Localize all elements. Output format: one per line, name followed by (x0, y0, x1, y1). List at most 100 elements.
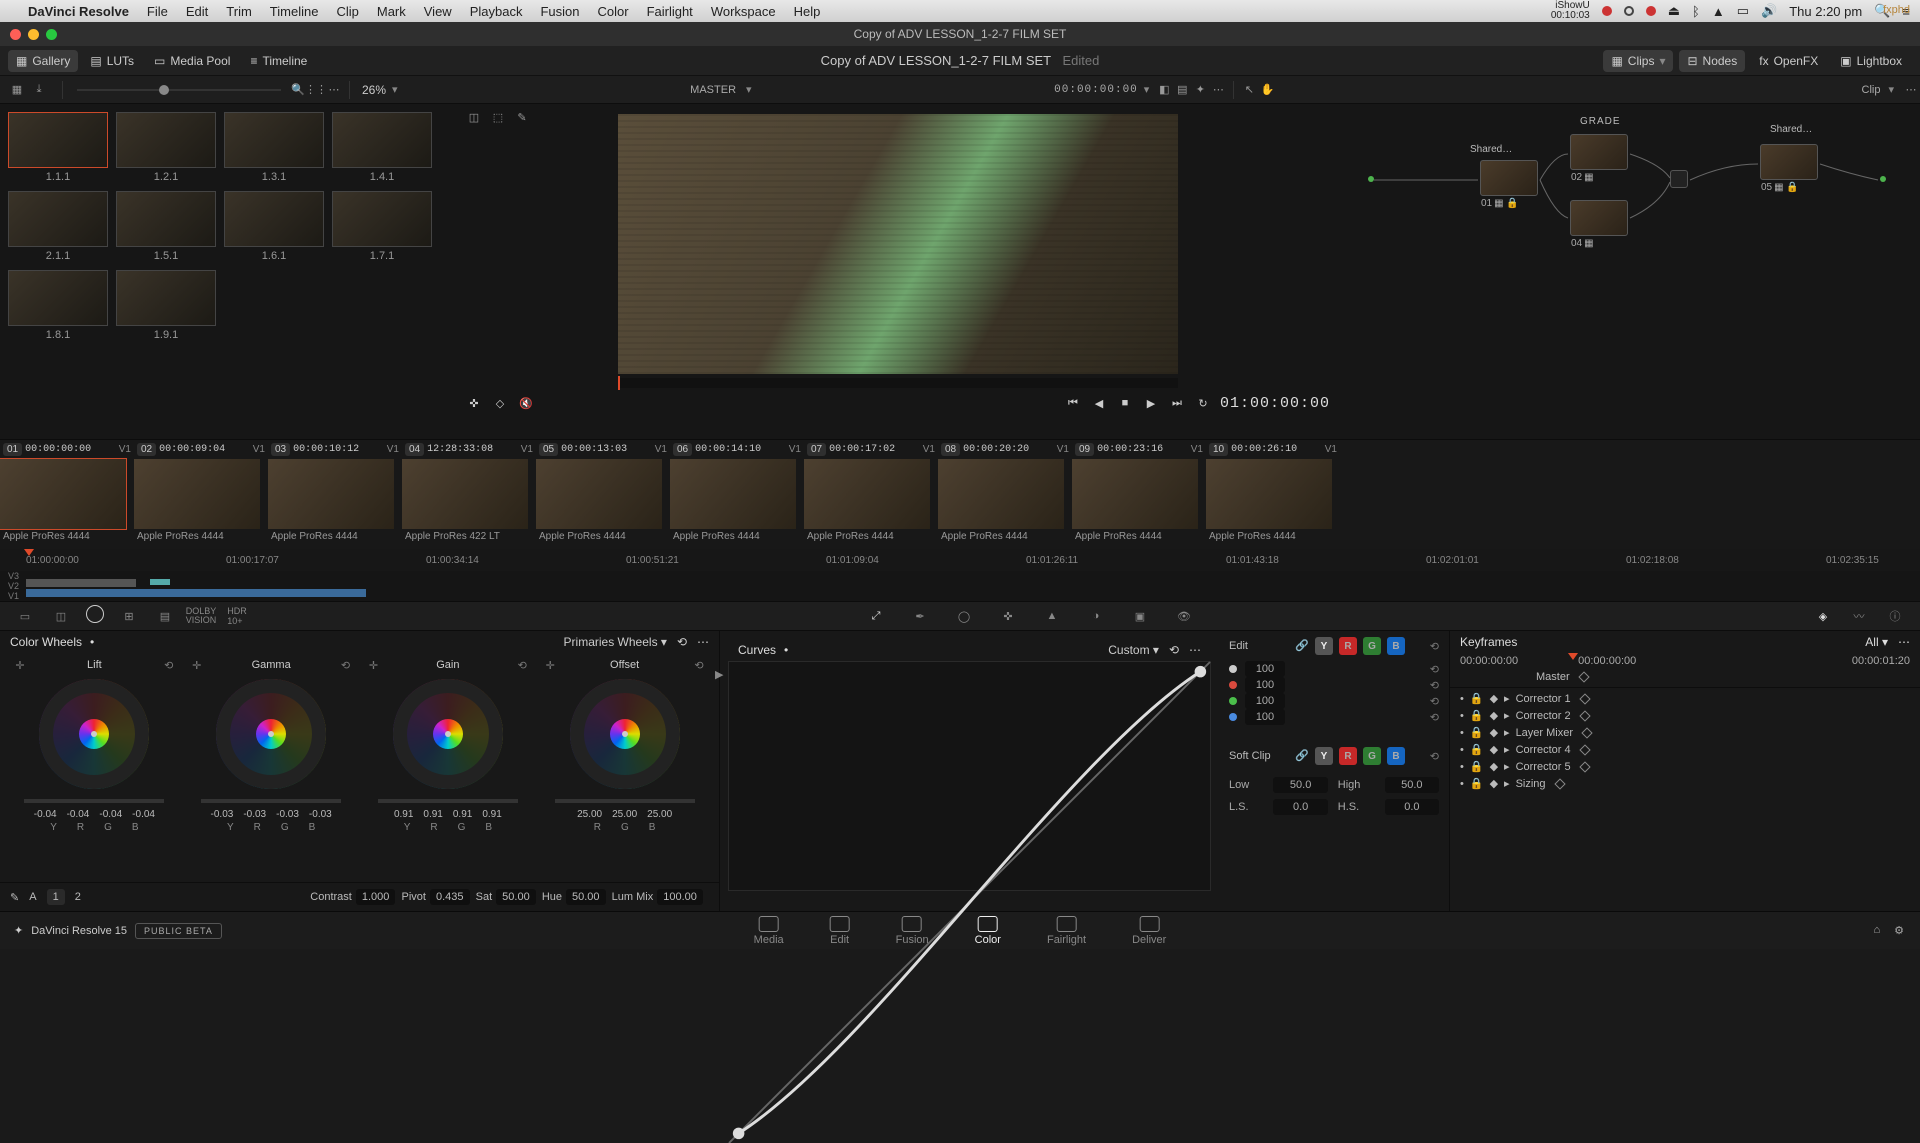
intensity-value[interactable]: 100 (1245, 693, 1285, 709)
expand-icon[interactable]: ▸ (1504, 709, 1510, 722)
still-1.9.1[interactable]: 1.9.1 (116, 270, 216, 341)
keyframes-icon[interactable]: ◈ (1812, 605, 1834, 627)
picker-icon[interactable]: ✛ (192, 659, 201, 672)
viewer-tc-field[interactable]: 00:00:00:00 (1054, 84, 1138, 96)
menu-mark[interactable]: Mark (377, 4, 406, 19)
picker-icon[interactable]: ✛ (15, 659, 24, 672)
color-match-icon[interactable]: ◫ (50, 605, 72, 627)
node-scope[interactable]: Clip (1862, 84, 1881, 96)
toolbar-gallery[interactable]: ▦Gallery (8, 50, 78, 72)
node-04[interactable]: 04 ▦ (1570, 200, 1628, 236)
camera-raw-icon[interactable]: ▭ (14, 605, 36, 627)
page-media[interactable]: Media (754, 916, 784, 946)
sc-channel-g[interactable]: G (1363, 747, 1381, 765)
window-icon[interactable]: ◯ (953, 605, 975, 627)
kf-master[interactable]: Master (1536, 671, 1570, 683)
still-1.3.1[interactable]: 1.3.1 (224, 112, 324, 183)
keyframe-marker-icon[interactable] (1579, 761, 1590, 772)
still-1.8.1[interactable]: 1.8.1 (8, 270, 108, 341)
softclip-link-icon[interactable]: 🔗 (1295, 749, 1309, 763)
sc-channel-r[interactable]: R (1339, 747, 1357, 765)
mute-icon[interactable]: 🔇 (517, 394, 535, 412)
next-clip-button[interactable]: ⏭ (1168, 394, 1186, 412)
sc-H.S.[interactable]: 0.0 (1385, 799, 1439, 815)
curve-editor[interactable]: ▶ (728, 661, 1211, 891)
edit-reset-icon[interactable]: ⟲ (1430, 640, 1439, 653)
node-01[interactable]: 01 ▦ 🔒 (1480, 160, 1538, 196)
menu-timeline[interactable]: Timeline (270, 4, 319, 19)
viewer-zoom[interactable]: 26% (362, 83, 386, 97)
intensity-value[interactable]: 100 (1245, 661, 1285, 677)
blur-icon[interactable]: ▲ (1041, 605, 1063, 627)
still-export-icon[interactable]: ⤓ (30, 81, 48, 99)
gamma-wheel[interactable] (216, 679, 326, 789)
gain-wheel[interactable] (393, 679, 503, 789)
highlight-icon[interactable]: ✦ (1191, 81, 1209, 99)
loop-button[interactable]: ↻ (1194, 394, 1212, 412)
eject-icon[interactable]: ⏏ (1668, 3, 1680, 19)
expand-icon[interactable]: ▸ (1504, 777, 1510, 790)
intensity-value[interactable]: 100 (1245, 709, 1285, 725)
home-icon[interactable]: ⌂ (1873, 924, 1880, 937)
toolbar-clips[interactable]: ▦Clips ▾ (1603, 50, 1673, 72)
graph-output-icon[interactable] (1880, 176, 1886, 182)
kf-master-key-icon[interactable] (1578, 671, 1589, 682)
pointer-icon[interactable]: ↖ (1240, 81, 1258, 99)
still-1.4.1[interactable]: 1.4.1 (332, 112, 432, 183)
viewer-options-icon[interactable]: ⋯ (1209, 81, 1227, 99)
toolbar-mediapool[interactable]: ▭Media Pool (146, 50, 238, 72)
status-circle-icon[interactable] (1624, 6, 1634, 16)
tracker-icon[interactable]: ✜ (997, 605, 1019, 627)
kf-row-layer-mixer[interactable]: •🔒◆▸Layer Mixer (1450, 724, 1920, 741)
clip-05[interactable]: 0500:00:13:03V1Apple ProRes 4444 (536, 440, 670, 549)
lift-wheel[interactable] (39, 679, 149, 789)
gallery-zoom-slider[interactable] (77, 89, 281, 91)
still-1.6.1[interactable]: 1.6.1 (224, 191, 324, 262)
timeline-ruler[interactable]: 01:00:00:0001:00:17:0701:00:34:1401:00:5… (0, 549, 1920, 571)
primaries-mode[interactable]: Primaries Wheels (564, 635, 658, 649)
kf-row-corrector-1[interactable]: •🔒◆▸Corrector 1 (1450, 690, 1920, 707)
menu-clip[interactable]: Clip (336, 4, 358, 19)
kf-row-corrector-5[interactable]: •🔒◆▸Corrector 5 (1450, 758, 1920, 775)
sizing-icon[interactable]: ▣ (1129, 605, 1151, 627)
still-grab-icon[interactable]: ▦ (8, 81, 26, 99)
clip-03[interactable]: 0300:00:10:12V1Apple ProRes 4444 (268, 440, 402, 549)
key-icon[interactable]: ◑ (1085, 605, 1107, 627)
toolbar-nodes[interactable]: ⊟Nodes (1679, 50, 1745, 72)
intensity-reset-icon[interactable]: ⟲ (1430, 679, 1439, 692)
app-name[interactable]: DaVinci Resolve (28, 4, 129, 19)
lift-master-slider[interactable] (24, 799, 164, 803)
rgb-mixer-icon[interactable]: ⊞ (118, 605, 140, 627)
expand-icon[interactable]: ▸ (1504, 743, 1510, 756)
toolbar-lightbox[interactable]: ▣Lightbox (1832, 50, 1910, 72)
clip-02[interactable]: 0200:00:09:04V1Apple ProRes 4444 (134, 440, 268, 549)
menu-workspace[interactable]: Workspace (711, 4, 776, 19)
pick-white-icon[interactable]: A (29, 891, 36, 903)
parallel-mixer-node[interactable] (1670, 170, 1688, 188)
param-lum mix[interactable]: 100.00 (657, 889, 703, 905)
curve-play-icon[interactable]: ▶ (715, 668, 723, 681)
page-fairlight[interactable]: Fairlight (1047, 916, 1086, 946)
keyframe-marker-icon[interactable] (1581, 727, 1592, 738)
dolby-vision-icon[interactable]: DOLBYVISION (190, 605, 212, 627)
clip-10[interactable]: 1000:00:26:10V1Apple ProRes 4444 (1206, 440, 1340, 549)
menu-help[interactable]: Help (794, 4, 821, 19)
list-view-icon[interactable]: ⋮⋮ (307, 81, 325, 99)
expand-icon[interactable]: ▸ (1504, 726, 1510, 739)
sc-Low[interactable]: 50.0 (1273, 777, 1327, 793)
wheel-page-1[interactable]: 1 (47, 889, 65, 905)
keyframe-marker-icon[interactable] (1579, 744, 1590, 755)
lock-icon[interactable]: 🔒 (1470, 760, 1484, 773)
keyframe-marker-icon[interactable] (1554, 778, 1565, 789)
still-1.1.1[interactable]: 1.1.1 (8, 112, 108, 183)
param-pivot[interactable]: 0.435 (430, 889, 470, 905)
split-screen-icon[interactable]: ▤ (1173, 81, 1191, 99)
play-button[interactable]: ▶ (1142, 394, 1160, 412)
curves-icon[interactable]: ⤢ (865, 605, 887, 627)
offset-wheel[interactable] (570, 679, 680, 789)
timeline-tracks[interactable]: V3V2V1 (0, 571, 1920, 601)
volume-icon[interactable]: 🔊 (1761, 3, 1777, 19)
pan-icon[interactable]: ✋ (1258, 81, 1276, 99)
sc-channel-y[interactable]: Y (1315, 747, 1333, 765)
auto-balance-icon[interactable]: ✎ (10, 891, 19, 904)
